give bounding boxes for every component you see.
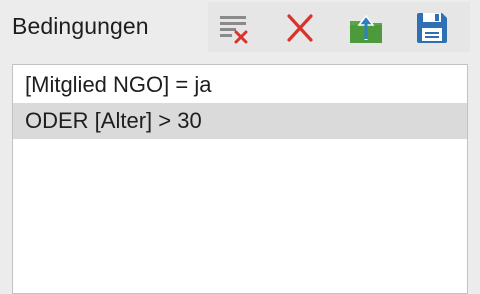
conditions-list[interactable]: [Mitglied NGO] = ja ODER [Alter] > 30 [12,64,468,294]
save-button[interactable] [412,8,452,48]
conditions-panel: Bedingungen [Mitglied NGO] = ja ODER [Al… [0,0,480,294]
clear-list-icon [220,16,248,44]
delete-condition-button[interactable] [280,8,320,48]
condition-text: ODER [Alter] > 30 [25,108,202,133]
condition-text: [Mitglied NGO] = ja [25,72,212,97]
save-icon [417,13,447,43]
condition-row[interactable]: [Mitglied NGO] = ja [13,67,467,103]
export-button[interactable] [346,8,386,48]
panel-header: Bedingungen [0,0,480,54]
clear-conditions-button[interactable] [214,8,254,48]
toolbar [208,2,470,52]
export-folder-icon [350,14,382,43]
panel-title: Bedingungen [12,13,149,39]
delete-icon [287,14,313,42]
condition-row-selected[interactable]: ODER [Alter] > 30 [13,103,467,139]
